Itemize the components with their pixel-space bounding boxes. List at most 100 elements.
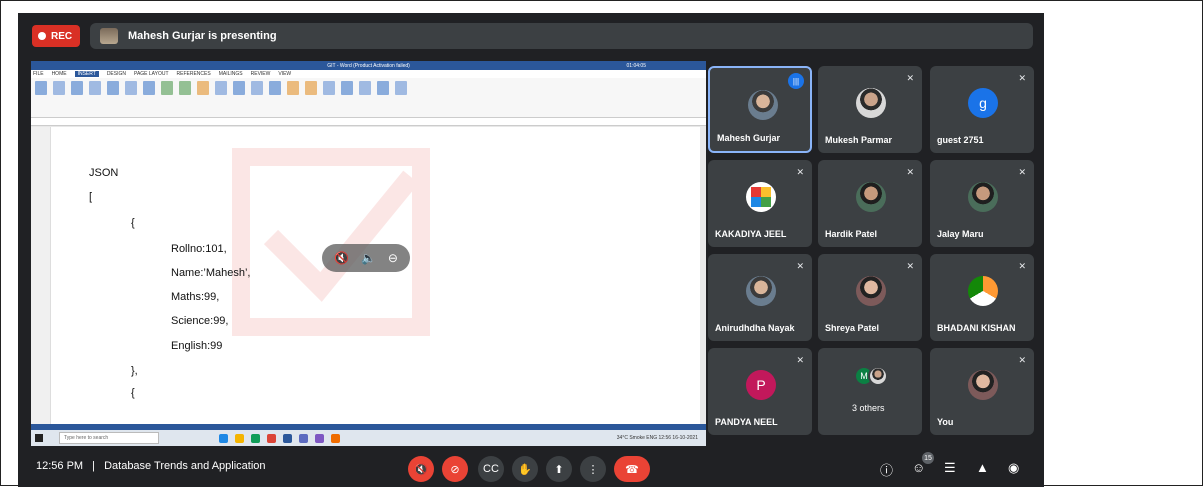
participant-tile[interactable]: ✕ KAKADIYA JEEL — [708, 160, 812, 247]
app-icon[interactable] — [299, 433, 308, 443]
host-controls-icon[interactable]: ◉ — [1008, 460, 1019, 476]
info-icon[interactable]: ⓘ — [880, 460, 893, 479]
participant-tile[interactable]: ✕ Jalay Maru — [930, 160, 1034, 247]
word-tab[interactable]: DESIGN — [107, 71, 126, 77]
online-video-icon[interactable] — [215, 81, 227, 95]
taskbar-apps — [219, 433, 340, 443]
table-icon[interactable] — [89, 81, 101, 95]
participant-name: BHADANI KISHAN — [937, 323, 1016, 333]
bookmark-icon[interactable] — [251, 81, 263, 95]
word-tab[interactable]: PAGE LAYOUT — [134, 71, 169, 77]
word-icon[interactable] — [283, 433, 292, 443]
participant-tile[interactable]: ||| Mahesh Gurjar — [708, 66, 812, 153]
participant-tile[interactable]: ✕ Shreya Patel — [818, 254, 922, 341]
others-label: 3 others — [852, 403, 885, 413]
stop-icon[interactable]: ⊖ — [388, 251, 398, 265]
avatar: P — [746, 370, 776, 400]
avatar — [748, 90, 778, 120]
text-box-icon[interactable] — [341, 81, 353, 95]
windows-start-icon[interactable] — [35, 434, 43, 442]
pictures-icon[interactable] — [107, 81, 119, 95]
participant-name: PANDYA NEEL — [715, 417, 778, 427]
avatar — [856, 88, 886, 118]
participant-tile[interactable]: ✕ Hardik Patel — [818, 160, 922, 247]
participant-name: KAKADIYA JEEL — [715, 229, 787, 239]
ruler — [31, 118, 706, 126]
participant-tile[interactable]: ✕ P PANDYA NEEL — [708, 348, 812, 435]
equation-icon[interactable] — [377, 81, 389, 95]
others-avatar-stack: M — [854, 366, 888, 386]
word-tab[interactable]: REVIEW — [251, 71, 271, 77]
avatar — [746, 276, 776, 306]
wordart-icon[interactable] — [359, 81, 371, 95]
taskbar-search-text: Type here to search — [64, 435, 109, 441]
mic-muted-icon: ✕ — [906, 261, 914, 271]
doc-scrollbar[interactable] — [700, 127, 706, 424]
participant-name: Mahesh Gurjar — [717, 133, 781, 143]
header-icon[interactable] — [287, 81, 299, 95]
doc-line: Maths:99, — [171, 291, 220, 303]
camera-toggle-button[interactable]: ⊘ — [442, 456, 468, 482]
speaking-indicator-icon: ||| — [788, 73, 804, 89]
participant-tile[interactable]: ✕ Anirudhdha Nayak — [708, 254, 812, 341]
app-icon[interactable] — [331, 433, 340, 443]
shapes-icon[interactable] — [143, 81, 155, 95]
present-button[interactable]: ⬆ — [546, 456, 572, 482]
word-tab[interactable]: REFERENCES — [177, 71, 211, 77]
mic-muted-icon: ✕ — [906, 167, 914, 177]
windows-taskbar: Type here to search 34°C Smoke ENG 12:56… — [31, 430, 706, 446]
rec-label: REC — [51, 30, 73, 42]
app-icon[interactable] — [251, 433, 260, 443]
doc-line: English:99 — [171, 340, 223, 352]
app-icon[interactable] — [315, 433, 324, 443]
participant-tile[interactable]: ✕ BHADANI KISHAN — [930, 254, 1034, 341]
chrome-icon[interactable] — [267, 433, 276, 443]
participant-tile[interactable]: ✕ g guest 2751 — [930, 66, 1034, 153]
end-call-button[interactable]: ☎ — [614, 456, 650, 482]
app-icon[interactable] — [219, 433, 228, 443]
mic-off-icon[interactable]: 🔇 — [334, 251, 349, 265]
word-tab[interactable]: MAILINGS — [219, 71, 243, 77]
avatar-initial: M — [860, 371, 868, 381]
mic-muted-icon: ✕ — [796, 261, 804, 271]
hyperlink-icon[interactable] — [233, 81, 245, 95]
word-tab[interactable]: VIEW — [278, 71, 291, 77]
participant-name: Hardik Patel — [825, 229, 878, 239]
others-tile[interactable]: M 3 others — [818, 348, 922, 435]
avatar — [856, 182, 886, 212]
doc-line: Rollno:101, — [171, 243, 227, 255]
speaker-off-icon[interactable]: 🔈 — [361, 251, 376, 265]
cover-page-icon[interactable] — [35, 81, 47, 95]
chat-icon[interactable]: ☰ — [944, 460, 956, 476]
comment-icon[interactable] — [269, 81, 281, 95]
blank-page-icon[interactable] — [53, 81, 65, 95]
footer-icon[interactable] — [305, 81, 317, 95]
word-tab[interactable]: FILE — [33, 71, 44, 77]
folder-icon[interactable] — [235, 433, 244, 443]
mic-toggle-button[interactable]: 🔇 — [408, 456, 434, 482]
word-tab-active[interactable]: INSERT — [74, 71, 99, 77]
logo-icon — [751, 187, 771, 207]
store-icon[interactable] — [197, 81, 209, 95]
page-break-icon[interactable] — [71, 81, 83, 95]
avatar — [968, 370, 998, 400]
smartart-icon[interactable] — [161, 81, 173, 95]
mic-muted-icon: ✕ — [796, 167, 804, 177]
participant-name: Anirudhdha Nayak — [715, 323, 795, 333]
more-options-button[interactable]: ⋮ — [580, 456, 606, 482]
shared-screen: GIT - Word (Product Activation failed) 0… — [31, 61, 706, 446]
activities-icon[interactable]: ▲ — [976, 460, 989, 475]
raise-hand-button[interactable]: ✋ — [512, 456, 538, 482]
presenting-banner: Mahesh Gurjar is presenting — [90, 23, 1033, 49]
symbol-icon[interactable] — [395, 81, 407, 95]
timer: 01:04:05 — [626, 62, 646, 69]
participant-tile-self[interactable]: ✕ You — [930, 348, 1034, 435]
taskbar-search[interactable]: Type here to search — [59, 432, 159, 444]
page-number-icon[interactable] — [323, 81, 335, 95]
captions-button[interactable]: CC — [478, 456, 504, 482]
online-pictures-icon[interactable] — [125, 81, 137, 95]
word-tab[interactable]: HOME — [52, 71, 67, 77]
chart-icon[interactable] — [179, 81, 191, 95]
doc-heading: JSON — [89, 167, 119, 179]
participant-tile[interactable]: ✕ Mukesh Parmar — [818, 66, 922, 153]
